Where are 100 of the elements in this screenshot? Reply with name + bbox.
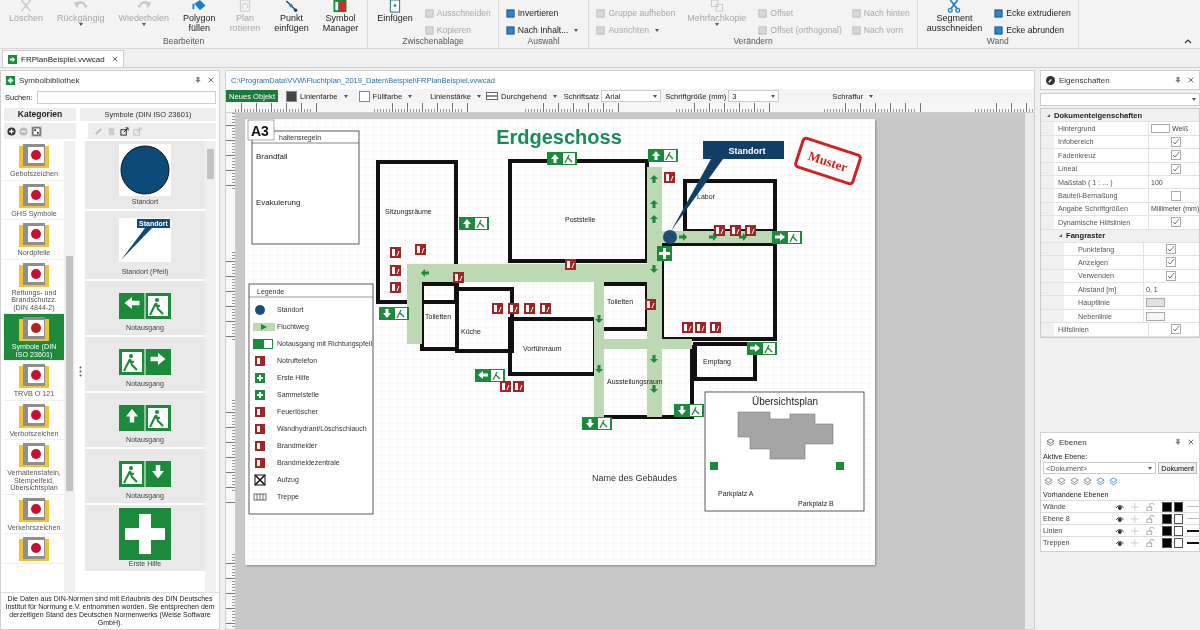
first-aid-sign-icon [255,373,265,383]
caret-icon [1148,466,1153,470]
plan-title: Erdgeschoss [496,126,622,148]
arrow-icon [650,385,658,393]
checkbox[interactable] [1166,257,1176,268]
stack-icon[interactable] [1044,477,1053,486]
line-weight-icon[interactable] [1187,529,1199,532]
eye-icon[interactable] [1114,538,1125,547]
grid-icon[interactable] [31,125,42,137]
color-swatch[interactable] [1151,124,1170,134]
ribbon-button[interactable]: Einfügen [372,0,418,23]
scrollbar[interactable] [64,141,75,592]
fire-safety-sign-icon [255,356,265,366]
checkbox[interactable] [1166,244,1176,255]
ribbon-button[interactable]: Invertieren [502,6,585,20]
lock-icon[interactable] [1146,514,1156,523]
ribbon-button[interactable]: Polygon füllen [178,0,221,33]
exit-sign-icon [253,339,273,349]
lock-icon[interactable] [1146,538,1156,547]
caret-icon [552,94,557,98]
scrollbar[interactable] [205,141,216,592]
ribbon-button[interactable]: Segment ausschneiden [921,0,988,33]
stack-icon[interactable] [1057,477,1066,486]
ribbon-button[interactable]: Ecke extrudieren [991,6,1074,20]
color-swatch[interactable] [1173,513,1184,524]
expand-icon[interactable] [1059,234,1062,238]
pin-icon[interactable] [195,77,201,83]
ribbon-button[interactable]: Punkt einfügen [269,0,314,33]
pin-icon[interactable] [1175,77,1181,83]
color-swatch[interactable] [1161,513,1172,524]
pin-icon[interactable] [1175,439,1181,445]
color-swatch[interactable] [1173,501,1184,512]
ribbon-button[interactable]: Symbol Manager [317,0,364,33]
checkbox[interactable] [1166,270,1176,281]
caret-icon [869,94,873,98]
color-swatch[interactable] [1173,537,1184,548]
line-weight-icon[interactable] [1187,541,1199,544]
export-icon[interactable] [120,126,129,136]
ribbon-button[interactable]: Nach Inhalt... [502,23,585,37]
add-icon[interactable] [7,126,16,136]
color-swatch[interactable] [1161,537,1172,548]
color-swatch[interactable] [1161,501,1172,512]
eye-icon[interactable] [1114,514,1125,523]
checkbox[interactable] [1171,163,1181,174]
fire-safety-sign-icon [390,282,401,293]
fire-safety-sign-icon [390,265,401,276]
fire-safety-sign-icon [415,244,426,255]
checkbox[interactable] [1171,150,1181,161]
exit-sign-icon [459,217,489,230]
caret-icon [655,28,659,32]
fire-safety-sign-icon [255,424,265,434]
collapse-icon[interactable] [1184,38,1192,44]
fire-safety-sign-icon [513,381,524,392]
caret-icon [141,23,146,26]
square-icon [994,25,1004,35]
close-icon[interactable] [1188,77,1194,83]
color-swatch[interactable] [1146,298,1165,308]
group-label: Auswahl [526,37,561,48]
elevator-icon [254,474,266,486]
close-icon[interactable] [111,56,118,62]
fire-safety-sign-icon [714,225,725,236]
stack-icon[interactable] [1070,477,1079,486]
folder-icon [19,183,49,208]
checkbox[interactable] [1171,217,1181,228]
fire-safety-sign-icon [255,407,265,417]
fire-safety-sign-icon [745,225,756,236]
color-swatch[interactable] [1146,311,1165,321]
caret-icon [408,94,413,98]
stack-icon[interactable] [1083,477,1092,486]
lock-icon[interactable] [1146,526,1156,535]
close-icon[interactable] [1188,439,1194,445]
checkbox[interactable] [1171,324,1181,335]
color-swatch[interactable] [1173,525,1184,536]
fire-safety-sign-icon [645,299,656,310]
eye-icon[interactable] [1114,502,1125,511]
lock-icon[interactable] [1146,502,1156,511]
expand-icon[interactable] [1047,113,1050,117]
fire-safety-sign-icon [695,322,706,333]
stack-icon[interactable] [1109,477,1118,486]
color-swatch[interactable] [1161,525,1172,536]
checkbox[interactable] [1171,190,1181,201]
color-swatch[interactable] [286,90,297,102]
color-swatch[interactable] [358,90,370,102]
grip-icon[interactable] [78,366,82,377]
square-icon [994,8,1004,18]
search-field[interactable] [36,91,216,104]
checkbox[interactable] [1171,136,1181,147]
scrollbar[interactable] [1025,113,1034,629]
arrow-icon [679,233,687,241]
fire-safety-sign-icon [500,381,511,392]
exit-sign-icon [674,404,704,417]
stack-icon[interactable] [1096,477,1105,486]
category-item[interactable] [4,534,64,564]
circle-icon [119,144,171,196]
close-icon[interactable] [208,77,214,83]
group-label: Wand [985,37,1010,48]
document-tab[interactable]: FRPlanBeispiel.vvwcad [2,50,124,67]
fire-safety-sign-icon [730,225,741,236]
eye-icon[interactable] [1114,526,1125,535]
ribbon-button[interactable]: Ecke abrunden [991,23,1074,37]
